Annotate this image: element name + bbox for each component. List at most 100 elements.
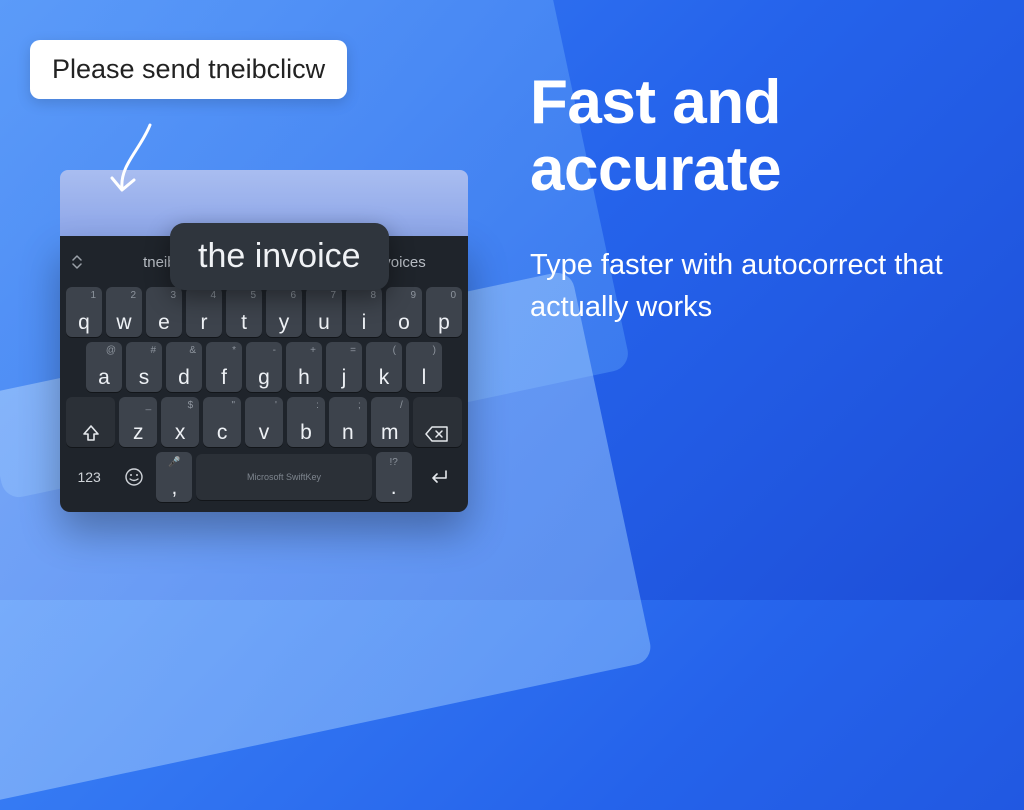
- key-f[interactable]: *f: [206, 342, 242, 392]
- key-main: h: [298, 367, 310, 388]
- key-main: o: [398, 312, 410, 333]
- key-secondary: /: [400, 400, 403, 411]
- key-secondary: 9: [410, 290, 416, 301]
- left-illustration: Please send tneibclicw tneib invoices 1q…: [30, 40, 475, 99]
- key-secondary: 3: [170, 290, 176, 301]
- key-secondary: 1: [90, 290, 96, 301]
- key-main: l: [422, 367, 427, 388]
- key-secondary: _: [146, 400, 152, 411]
- key-x[interactable]: $x: [161, 397, 199, 447]
- key-secondary: &: [189, 345, 196, 356]
- key-main: u: [318, 312, 330, 333]
- key-main: q: [78, 312, 90, 333]
- key-secondary: 2: [130, 290, 136, 301]
- key-main: a: [98, 367, 110, 388]
- key-secondary: ": [231, 400, 235, 411]
- key-main: s: [139, 367, 150, 388]
- backspace-icon: [425, 425, 449, 443]
- key-main: e: [158, 312, 170, 333]
- key-t[interactable]: 5t: [226, 287, 262, 337]
- key-z[interactable]: _z: [119, 397, 157, 447]
- key-a[interactable]: @a: [86, 342, 122, 392]
- key-l[interactable]: )l: [406, 342, 442, 392]
- key-row-3: _z$x"c'v:b;n/m: [66, 397, 462, 447]
- key-i[interactable]: 8i: [346, 287, 382, 337]
- key-h[interactable]: +h: [286, 342, 322, 392]
- key-n[interactable]: ;n: [329, 397, 367, 447]
- key-secondary: =: [350, 345, 356, 356]
- key-main: w: [116, 312, 131, 333]
- numeric-key[interactable]: 123: [66, 452, 112, 502]
- key-v[interactable]: 'v: [245, 397, 283, 447]
- key-main: p: [438, 312, 450, 333]
- key-secondary: 7: [330, 290, 336, 301]
- key-secondary: -: [273, 345, 276, 356]
- backspace-key[interactable]: [413, 397, 462, 447]
- key-b[interactable]: :b: [287, 397, 325, 447]
- key-main: f: [221, 367, 227, 388]
- key-c[interactable]: "c: [203, 397, 241, 447]
- key-p[interactable]: 0p: [426, 287, 462, 337]
- key-secondary: :: [316, 400, 319, 411]
- key-secondary: (: [393, 345, 396, 356]
- key-main: d: [178, 367, 190, 388]
- key-secondary: $: [188, 400, 194, 411]
- key-main: b: [300, 422, 312, 443]
- key-s[interactable]: #s: [126, 342, 162, 392]
- emoji-key[interactable]: [116, 452, 152, 502]
- key-secondary: 6: [290, 290, 296, 301]
- key-secondary: +: [310, 345, 316, 356]
- key-main: y: [279, 312, 290, 333]
- key-main: c: [217, 422, 228, 443]
- key-row-2: @a#s&d*f-g+h=j(k)l: [66, 342, 462, 392]
- key-main: j: [342, 367, 347, 388]
- expand-suggestions-icon[interactable]: [70, 255, 100, 269]
- arrow-icon: [100, 120, 170, 200]
- key-secondary: 0: [450, 290, 456, 301]
- shift-icon: [81, 423, 101, 443]
- key-row-4: 123 🎤, Microsoft SwiftKey !?.: [66, 452, 462, 502]
- key-d[interactable]: &d: [166, 342, 202, 392]
- key-y[interactable]: 6y: [266, 287, 302, 337]
- key-main: r: [201, 312, 208, 333]
- key-g[interactable]: -g: [246, 342, 282, 392]
- period-key[interactable]: !?.: [376, 452, 412, 502]
- key-main: n: [342, 422, 354, 443]
- key-q[interactable]: 1q: [66, 287, 102, 337]
- key-main: x: [175, 422, 186, 443]
- key-main: m: [381, 422, 399, 443]
- key-o[interactable]: 9o: [386, 287, 422, 337]
- key-secondary: ): [433, 345, 436, 356]
- shift-key[interactable]: [66, 397, 115, 447]
- key-main: g: [258, 367, 270, 388]
- key-k[interactable]: (k: [366, 342, 402, 392]
- key-main: z: [133, 422, 144, 443]
- marketing-copy: Fast and accurate Type faster with autoc…: [530, 70, 990, 328]
- key-main: i: [362, 312, 367, 333]
- comma-key[interactable]: 🎤,: [156, 452, 192, 502]
- key-main: k: [379, 367, 390, 388]
- key-w[interactable]: 2w: [106, 287, 142, 337]
- key-main: t: [241, 312, 247, 333]
- key-secondary: #: [150, 345, 156, 356]
- space-key[interactable]: Microsoft SwiftKey: [196, 454, 371, 500]
- key-e[interactable]: 3e: [146, 287, 182, 337]
- key-secondary: ': [275, 400, 277, 411]
- key-row-1: 1q2w3e4r5t6y7u8i9o0p: [66, 287, 462, 337]
- key-secondary: ;: [358, 400, 361, 411]
- key-secondary: 5: [250, 290, 256, 301]
- key-secondary: 4: [210, 290, 216, 301]
- enter-key[interactable]: [416, 452, 462, 502]
- typed-text-bubble: Please send tneibclicw: [30, 40, 347, 99]
- key-secondary: @: [106, 345, 116, 356]
- key-j[interactable]: =j: [326, 342, 362, 392]
- enter-icon: [428, 468, 450, 486]
- key-secondary: *: [232, 345, 236, 356]
- autocorrect-popup[interactable]: the invoice: [170, 223, 389, 290]
- key-u[interactable]: 7u: [306, 287, 342, 337]
- key-r[interactable]: 4r: [186, 287, 222, 337]
- key-secondary: 8: [370, 290, 376, 301]
- key-m[interactable]: /m: [371, 397, 409, 447]
- subheading-text: Type faster with autocorrect that actual…: [530, 244, 990, 328]
- key-main: v: [259, 422, 270, 443]
